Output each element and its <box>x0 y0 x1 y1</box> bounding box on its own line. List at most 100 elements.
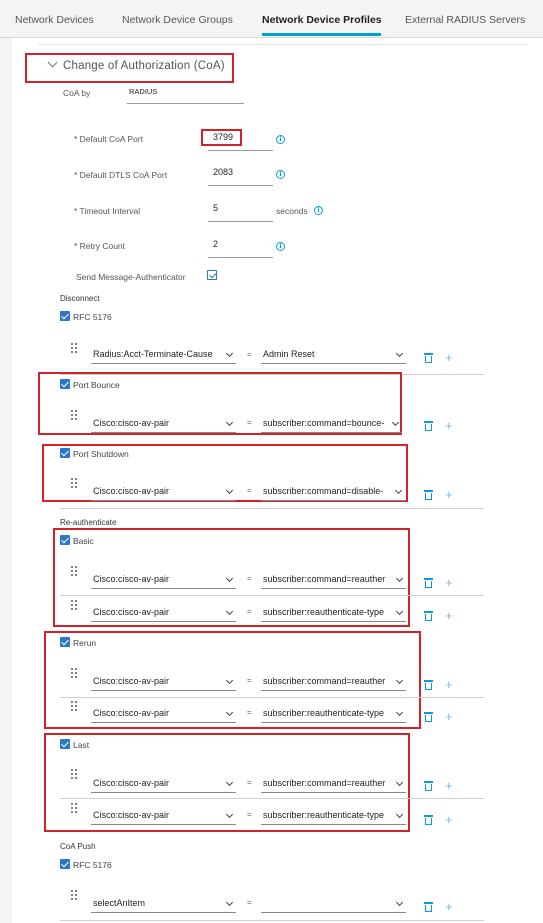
attribute-select[interactable]: Radius:Acct-Terminate-Cause <box>91 348 236 364</box>
chevron-down-icon <box>225 574 234 583</box>
trash-icon[interactable] <box>424 902 433 912</box>
value-select[interactable] <box>261 897 406 913</box>
plus-icon[interactable]: + <box>445 419 453 432</box>
chevron-down-icon <box>395 810 404 819</box>
attribute-select[interactable]: Cisco:cisco-av-pair <box>91 809 236 825</box>
equals-sign: = <box>247 350 252 359</box>
attribute-select[interactable]: selectAnItem <box>91 897 236 913</box>
plus-icon[interactable]: + <box>445 779 453 792</box>
trash-icon[interactable] <box>424 421 433 431</box>
trash-icon[interactable] <box>424 815 433 825</box>
plus-icon[interactable]: + <box>445 351 453 364</box>
rerun-checkbox[interactable] <box>60 637 70 647</box>
info-icon[interactable]: i <box>276 135 285 144</box>
attribute-select[interactable]: Cisco:cisco-av-pair <box>91 606 236 622</box>
value-select[interactable]: subscriber:reauthenticate-type <box>261 606 406 622</box>
row-divider <box>60 374 484 375</box>
row-divider <box>60 595 484 596</box>
left-gutter <box>0 38 12 923</box>
info-icon[interactable]: i <box>276 170 285 179</box>
equals-sign: = <box>247 778 252 787</box>
plus-icon[interactable]: + <box>445 900 453 913</box>
attribute-select[interactable]: Cisco:cisco-av-pair <box>91 573 236 589</box>
port-shutdown-checkbox[interactable] <box>60 448 70 458</box>
rerun-label: Rerun <box>73 638 97 648</box>
chevron-down-icon <box>395 607 404 616</box>
retry-count-input[interactable]: 2 <box>208 238 273 258</box>
chevron-down-icon <box>225 607 234 616</box>
plus-icon[interactable]: + <box>445 609 453 622</box>
attribute-select[interactable]: Cisco:cisco-av-pair <box>91 417 236 433</box>
timeout-interval-input[interactable]: 5 <box>208 202 273 222</box>
value-select[interactable]: subscriber:command=bounce- <box>261 417 402 433</box>
default-dtls-port-label: * Default DTLS CoA Port <box>74 170 168 180</box>
plus-icon[interactable]: + <box>445 678 453 691</box>
coa-push-heading: CoA Push <box>60 842 96 851</box>
equals-sign: = <box>247 898 252 907</box>
drag-handle-icon[interactable] <box>71 668 77 678</box>
drag-handle-icon[interactable] <box>71 803 77 813</box>
value-select[interactable]: subscriber:reauthenticate-type <box>261 707 406 723</box>
tab-external-radius-servers[interactable]: External RADIUS Servers <box>405 14 525 26</box>
plus-icon[interactable]: + <box>445 710 453 723</box>
drag-handle-icon[interactable] <box>71 478 77 488</box>
chevron-down-icon <box>225 778 234 787</box>
default-coa-port-input[interactable]: 3799 <box>208 131 273 151</box>
value-select[interactable]: subscriber:command=reauther <box>261 777 406 793</box>
chevron-down-icon <box>394 486 403 495</box>
tab-network-device-profiles[interactable]: Network Device Profiles <box>262 14 382 26</box>
last-checkbox[interactable] <box>60 739 70 749</box>
trash-icon[interactable] <box>424 680 433 690</box>
trash-icon[interactable] <box>424 712 433 722</box>
trash-icon[interactable] <box>424 490 433 500</box>
drag-handle-icon[interactable] <box>71 890 77 900</box>
trash-icon[interactable] <box>424 353 433 363</box>
attribute-select[interactable]: Cisco:cisco-av-pair <box>91 485 236 501</box>
attribute-select[interactable]: Cisco:cisco-av-pair <box>91 777 236 793</box>
tab-network-devices[interactable]: Network Devices <box>15 14 94 26</box>
row-divider <box>60 920 484 921</box>
drag-handle-icon[interactable] <box>71 701 77 711</box>
drag-handle-icon[interactable] <box>71 566 77 576</box>
plus-icon[interactable]: + <box>445 576 453 589</box>
drag-handle-icon[interactable] <box>71 600 77 610</box>
equals-sign: = <box>247 486 252 495</box>
chevron-down-icon <box>395 349 404 358</box>
timeout-interval-label: * Timeout Interval <box>74 206 141 216</box>
value-select[interactable]: subscriber:command=reauther <box>261 675 406 691</box>
trash-icon[interactable] <box>424 578 433 588</box>
timeout-unit-label: seconds <box>276 206 308 216</box>
coa-by-input[interactable]: RADIUS <box>127 86 244 104</box>
tab-network-device-groups[interactable]: Network Device Groups <box>122 14 233 26</box>
chevron-down-icon <box>225 676 234 685</box>
port-bounce-checkbox[interactable] <box>60 379 70 389</box>
attribute-select[interactable]: Cisco:cisco-av-pair <box>91 707 236 723</box>
equals-sign: = <box>247 574 252 583</box>
chevron-down-icon <box>395 676 404 685</box>
rfc5176-disconnect-checkbox[interactable] <box>60 311 70 321</box>
value-select[interactable]: subscriber:reauthenticate-type <box>261 809 406 825</box>
default-dtls-port-input[interactable]: 2083 <box>208 166 273 186</box>
drag-handle-icon[interactable] <box>71 769 77 779</box>
info-icon[interactable]: i <box>276 242 285 251</box>
trash-icon[interactable] <box>424 781 433 791</box>
value-select[interactable]: subscriber:command=reauther <box>261 573 406 589</box>
equals-sign: = <box>247 676 252 685</box>
section-title-coa[interactable]: Change of Authorization (CoA) <box>63 60 225 72</box>
value-select[interactable]: Admin Reset <box>261 348 406 364</box>
plus-icon[interactable]: + <box>445 813 453 826</box>
basic-checkbox[interactable] <box>60 535 70 545</box>
chevron-down-icon <box>395 708 404 717</box>
disconnect-heading: Disconnect <box>60 294 100 303</box>
retry-count-label: * Retry Count <box>74 241 126 251</box>
value-select[interactable]: subscriber:command=disable- <box>261 485 405 501</box>
info-icon[interactable]: i <box>314 206 323 215</box>
send-message-authenticator-checkbox[interactable] <box>207 270 217 280</box>
drag-handle-icon[interactable] <box>71 410 77 420</box>
chevron-down-icon <box>395 898 404 907</box>
attribute-select[interactable]: Cisco:cisco-av-pair <box>91 675 236 691</box>
trash-icon[interactable] <box>424 611 433 621</box>
rfc5176-coa-push-checkbox[interactable] <box>60 859 70 869</box>
plus-icon[interactable]: + <box>445 488 453 501</box>
drag-handle-icon[interactable] <box>71 343 77 353</box>
